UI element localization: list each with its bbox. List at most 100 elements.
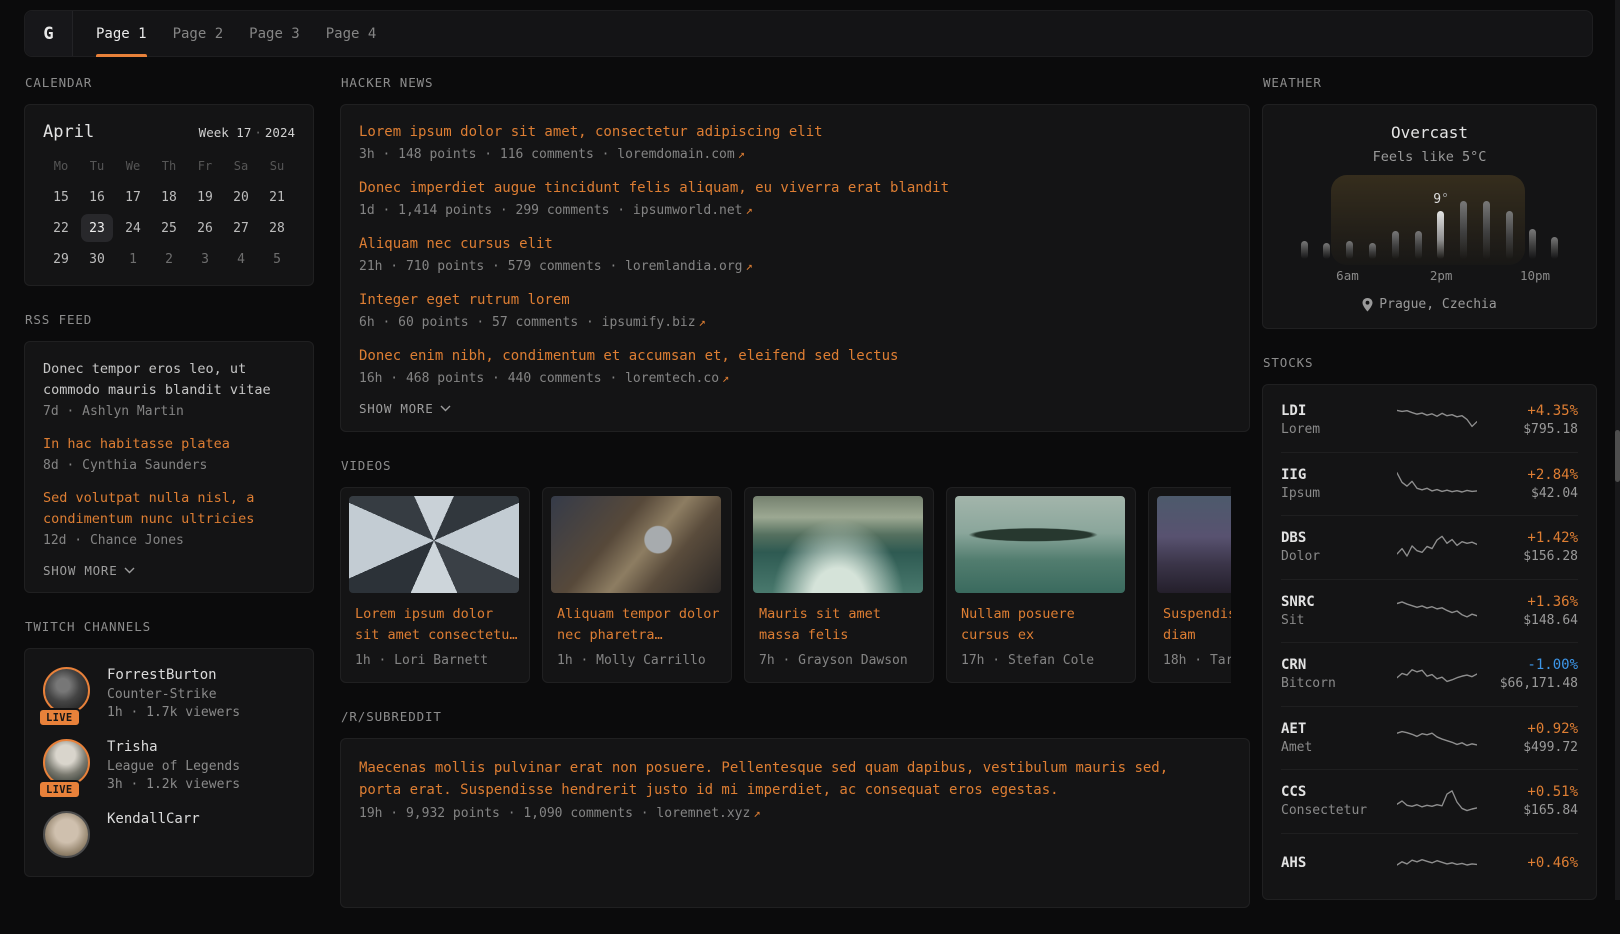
video-thumbnail[interactable] xyxy=(551,496,721,593)
rss-item-title[interactable]: Donec tempor eros leo, ut commodo mauris… xyxy=(43,359,295,401)
tab-page-1[interactable]: Page 1 xyxy=(83,11,160,56)
channel-name[interactable]: Trisha xyxy=(107,739,240,755)
video-thumbnail[interactable] xyxy=(753,496,923,593)
news-item-title[interactable]: Aliquam nec cursus elit xyxy=(359,234,1231,255)
rss-header: RSS FEED xyxy=(25,312,314,327)
page-scrollbar-thumb[interactable] xyxy=(1615,430,1620,482)
calendar-header: CALENDAR xyxy=(25,75,314,90)
page-tabs: Page 1 Page 2 Page 3 Page 4 xyxy=(83,11,389,56)
news-item-title[interactable]: Integer eget rutrum lorem xyxy=(359,290,1231,311)
weekday-label: We xyxy=(115,152,151,180)
news-item-meta: 21h · 710 points · 579 comments · loreml… xyxy=(359,259,1231,274)
news-meta-text: 3h · 148 points · 116 comments · loremdo… xyxy=(359,147,735,162)
video-thumbnail[interactable] xyxy=(955,496,1125,593)
twitch-channel-row[interactable]: LIVE Trisha League of Legends 3h · 1.2k … xyxy=(43,739,295,792)
stock-price: $165.84 xyxy=(1482,803,1578,818)
rss-item-title[interactable]: Sed volutpat nulla nisl, a condimentum n… xyxy=(43,488,295,530)
avatar xyxy=(43,739,90,786)
twitch-channel-row[interactable]: LIVE ForrestBurton Counter-Strike 1h · 1… xyxy=(43,667,295,720)
twitch-channel-row[interactable]: KendallCarr xyxy=(43,811,295,858)
stock-row[interactable]: IIG Ipsum +2.84% $42.04 xyxy=(1281,452,1578,516)
tab-page-3[interactable]: Page 3 xyxy=(236,11,313,56)
video-card[interactable]: Nullam posuere cursus ex 17h · Stefan Co… xyxy=(946,487,1136,683)
calendar-day-next-month: 4 xyxy=(225,245,257,273)
hacker-news-widget: HACKER NEWS Lorem ipsum dolor sit amet, … xyxy=(340,75,1250,432)
reddit-post-title[interactable]: Maecenas mollis pulvinar erat non posuer… xyxy=(359,757,1179,802)
subreddit-header: /R/SUBREDDIT xyxy=(341,709,1250,724)
stock-sparkline xyxy=(1391,468,1482,500)
news-item-meta: 6h · 60 points · 57 comments · ipsumify.… xyxy=(359,315,1231,330)
stocks-header: STOCKS xyxy=(1263,355,1597,370)
twitch-widget: TWITCH CHANNELS LIVE ForrestBurton Count… xyxy=(24,619,314,877)
calendar-month: April xyxy=(43,122,94,142)
video-meta: 1h · Molly Carrillo xyxy=(557,653,723,668)
location-pin-icon xyxy=(1362,298,1373,312)
news-item-title[interactable]: Donec imperdiet augue tincidunt felis al… xyxy=(359,178,1231,199)
show-more-label: SHOW MORE xyxy=(43,563,117,578)
video-card[interactable]: Suspendisse ornare diam 18h · Tara Walsh xyxy=(1148,487,1231,683)
news-item-title[interactable]: Lorem ipsum dolor sit amet, consectetur … xyxy=(359,122,1231,143)
stock-change: -1.00% xyxy=(1482,657,1578,673)
rss-item: Sed volutpat nulla nisl, a condimentum n… xyxy=(43,488,295,548)
news-item-meta: 16h · 468 points · 440 comments · loremt… xyxy=(359,371,1231,386)
rss-item-title[interactable]: In hac habitasse platea xyxy=(43,434,295,455)
weather-location: Prague, Czechia xyxy=(1283,297,1576,312)
external-link-icon: ↗ xyxy=(699,315,706,329)
hour-bar-current xyxy=(1437,211,1444,259)
video-title[interactable]: Aliquam tempor dolor nec pharetra… xyxy=(557,604,723,646)
news-meta-text: 16h · 468 points · 440 comments · loremt… xyxy=(359,371,719,386)
stock-row[interactable]: DBS Dolor +1.42% $156.28 xyxy=(1281,515,1578,579)
video-card[interactable]: Mauris sit amet massa felis 7h · Grayson… xyxy=(744,487,934,683)
stock-change: +1.42% xyxy=(1482,530,1578,546)
stock-ticker: SNRC xyxy=(1281,594,1391,610)
weekday-label: Mo xyxy=(43,152,79,180)
stock-row[interactable]: AHS +0.46% xyxy=(1281,833,1578,897)
tab-page-4[interactable]: Page 4 xyxy=(313,11,390,56)
chevron-down-icon xyxy=(124,567,135,574)
weekday-label: Th xyxy=(151,152,187,180)
video-card[interactable]: Lorem ipsum dolor sit amet consectetu… 1… xyxy=(340,487,530,683)
channel-name[interactable]: KendallCarr xyxy=(107,811,200,827)
top-nav-bar: G Page 1 Page 2 Page 3 Page 4 xyxy=(24,10,1593,57)
weather-card: Overcast Feels like 5°C 9° xyxy=(1262,104,1597,329)
video-title[interactable]: Suspendisse ornare diam xyxy=(1163,604,1231,646)
channel-name[interactable]: ForrestBurton xyxy=(107,667,240,683)
stock-sparkline xyxy=(1391,722,1482,754)
stock-change: +1.36% xyxy=(1482,594,1578,610)
stock-row[interactable]: SNRC Sit +1.36% $148.64 xyxy=(1281,579,1578,643)
stock-row[interactable]: CCS Consectetur +0.51% $165.84 xyxy=(1281,769,1578,833)
stock-row[interactable]: LDI Lorem +4.35% $795.18 xyxy=(1281,388,1578,452)
video-title[interactable]: Lorem ipsum dolor sit amet consectetu… xyxy=(355,604,521,646)
news-item-meta: 1d · 1,414 points · 299 comments · ipsum… xyxy=(359,203,1231,218)
video-card[interactable]: Aliquam tempor dolor nec pharetra… 1h · … xyxy=(542,487,732,683)
weather-bars: 9° xyxy=(1301,195,1559,259)
video-title[interactable]: Mauris sit amet massa felis xyxy=(759,604,925,646)
news-item-title[interactable]: Donec enim nibh, condimentum et accumsan… xyxy=(359,346,1231,367)
rss-show-more-button[interactable]: SHOW MORE xyxy=(43,563,295,578)
video-title[interactable]: Nullam posuere cursus ex xyxy=(961,604,1127,646)
stock-change: +0.46% xyxy=(1482,855,1578,871)
calendar-week: Week 17 xyxy=(199,125,252,140)
stock-price: $795.18 xyxy=(1482,422,1578,437)
hour-bar xyxy=(1506,211,1513,259)
videos-widget: VIDEOS Lorem ipsum dolor sit amet consec… xyxy=(340,458,1250,683)
stock-price: $66,171.48 xyxy=(1482,676,1578,691)
video-thumbnail[interactable] xyxy=(1157,496,1231,593)
app-logo: G xyxy=(25,11,73,56)
daylight-highlight xyxy=(1331,175,1525,265)
video-meta: 7h · Grayson Dawson xyxy=(759,653,925,668)
video-thumbnail[interactable] xyxy=(349,496,519,593)
calendar-day: 18 xyxy=(153,183,185,211)
video-meta: 17h · Stefan Cole xyxy=(961,653,1127,668)
current-temp-label: 9° xyxy=(1433,192,1449,207)
stock-row[interactable]: CRN Bitcorn -1.00% $66,171.48 xyxy=(1281,642,1578,706)
stock-row[interactable]: AET Amet +0.92% $499.72 xyxy=(1281,706,1578,770)
video-meta: 1h · Lori Barnett xyxy=(355,653,521,668)
rss-item-meta: 7d · Ashlyn Martin xyxy=(43,404,295,419)
stock-name: Consectetur xyxy=(1281,803,1391,818)
temp-value: 9 xyxy=(1433,192,1441,207)
tab-page-2[interactable]: Page 2 xyxy=(160,11,237,56)
twitch-header: TWITCH CHANNELS xyxy=(25,619,314,634)
stock-name: Sit xyxy=(1281,613,1391,628)
hn-show-more-button[interactable]: SHOW MORE xyxy=(359,401,1231,416)
